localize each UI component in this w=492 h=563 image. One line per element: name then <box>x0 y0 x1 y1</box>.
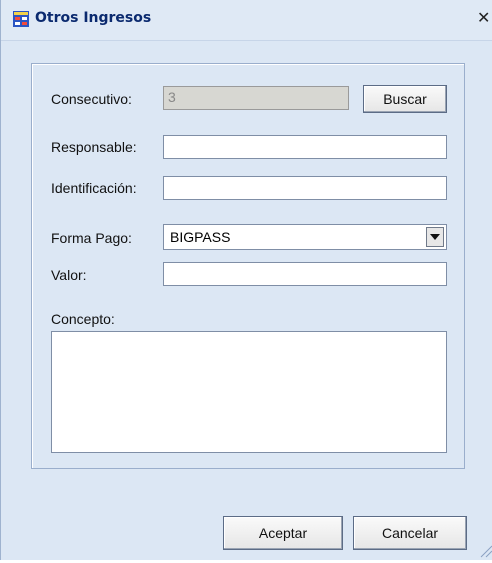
identificacion-field[interactable] <box>163 176 447 200</box>
otros-ingresos-window: Otros Ingresos ✕ Consecutivo: 3 Buscar R… <box>0 0 492 560</box>
buscar-button-label: Buscar <box>383 91 427 107</box>
resize-grip-icon[interactable] <box>475 540 492 558</box>
responsable-label: Responsable: <box>51 139 137 155</box>
forma-pago-label: Forma Pago: <box>51 230 132 246</box>
aceptar-button-label: Aceptar <box>258 525 308 541</box>
title-bar[interactable]: Otros Ingresos ✕ <box>1 0 492 41</box>
chevron-down-icon[interactable] <box>426 227 444 247</box>
consecutivo-field: 3 <box>163 86 349 110</box>
valor-field[interactable] <box>163 262 447 286</box>
forma-pago-select[interactable]: BIGPASS <box>163 224 447 250</box>
buscar-button[interactable]: Buscar <box>363 85 447 113</box>
concepto-textarea[interactable] <box>51 331 447 453</box>
concepto-label: Concepto: <box>51 311 115 327</box>
aceptar-button[interactable]: Aceptar <box>223 516 343 550</box>
forma-pago-value: BIGPASS <box>170 229 231 245</box>
responsable-field[interactable] <box>163 135 447 159</box>
valor-label: Valor: <box>51 267 87 283</box>
identificacion-label: Identificación: <box>51 180 137 196</box>
consecutivo-label: Consecutivo: <box>51 91 132 107</box>
form-icon <box>13 11 29 27</box>
window-title: Otros Ingresos <box>35 10 152 26</box>
close-icon[interactable]: ✕ <box>477 10 492 28</box>
cancelar-button[interactable]: Cancelar <box>353 516 467 550</box>
cancelar-button-label: Cancelar <box>381 525 439 541</box>
